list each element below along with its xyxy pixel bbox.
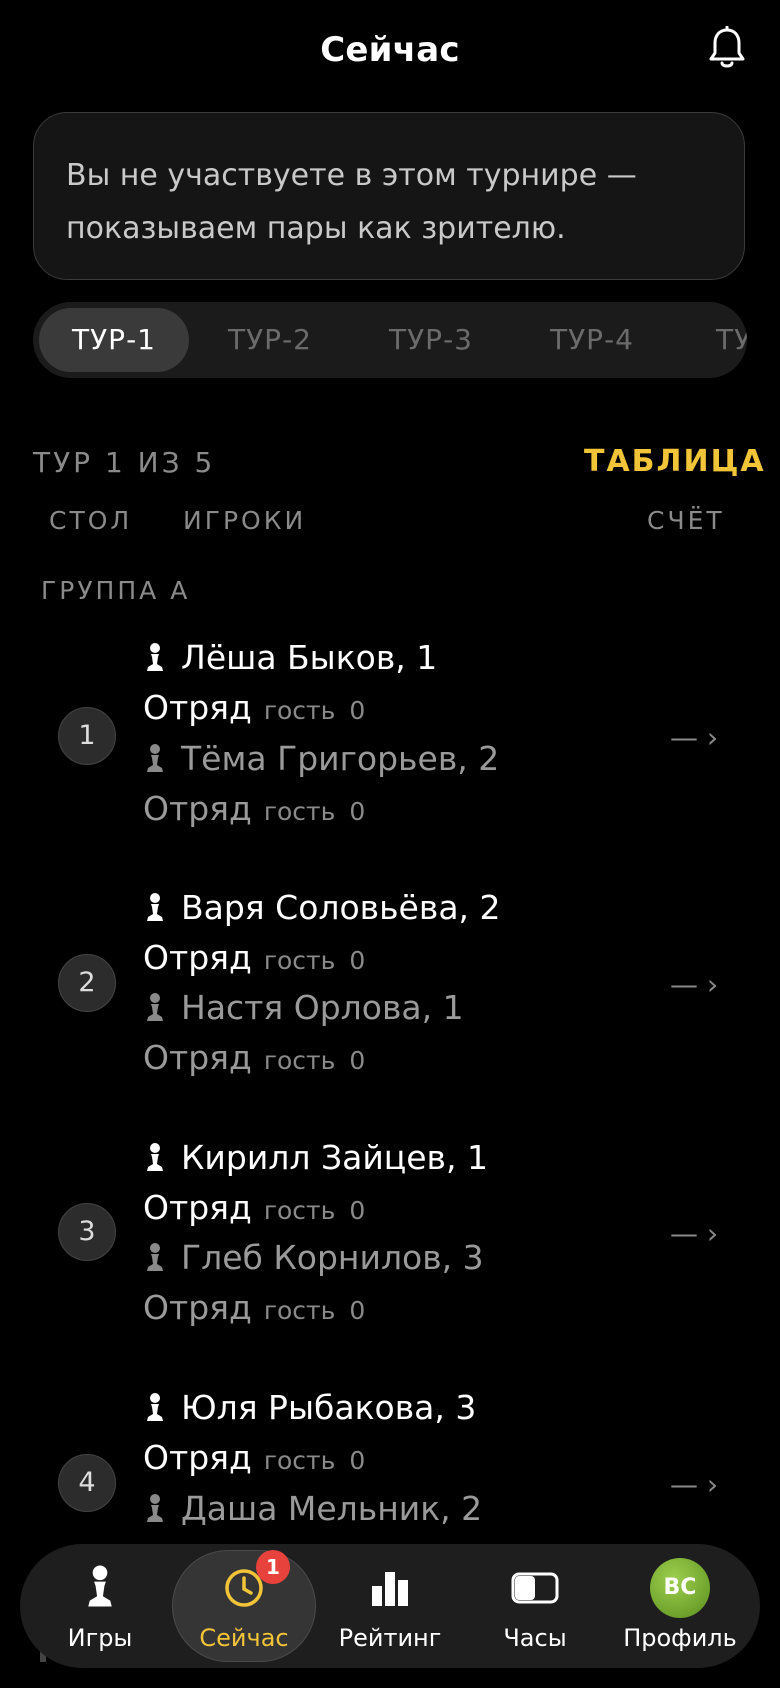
white-pawn-icon [147, 1393, 163, 1421]
pairing-score: — › [670, 1217, 719, 1250]
team-name: Отряд [143, 1288, 252, 1327]
player-name: Тёма Григорьев, 2 [181, 739, 500, 778]
pairing-score: — › [670, 1468, 719, 1501]
black-pawn-icon [147, 1494, 163, 1522]
player-status: гость [263, 696, 336, 725]
pawn-icon [88, 1565, 112, 1607]
nav-profile[interactable]: ВС Профиль [610, 1544, 750, 1668]
team-name: Отряд [143, 789, 252, 828]
notification-badge: 1 [256, 1550, 290, 1584]
black-pawn-icon [147, 1243, 163, 1271]
pairing-score: — › [670, 968, 719, 1001]
player-name: Лёша Быков, 1 [181, 638, 438, 677]
team-name: Отряд [143, 1438, 252, 1477]
tab-round-5[interactable]: ТУР-5 [688, 308, 747, 372]
nav-label: Рейтинг [338, 1624, 442, 1652]
table-number: 2 [58, 954, 116, 1012]
tab-round-2[interactable]: ТУР-2 [205, 308, 335, 372]
player-status: гость [263, 797, 336, 826]
bar-chart-icon [372, 1572, 408, 1606]
column-score: СЧЁТ [647, 506, 725, 535]
column-players: ИГРОКИ [183, 506, 307, 535]
player-points: 0 [349, 1296, 366, 1325]
pairing-row[interactable]: 1 Лёша Быков, 1 Отряд гость 0 Тёма Григорь… [0, 633, 780, 873]
header: Сейчас [0, 0, 780, 104]
player-points: 0 [349, 696, 366, 725]
table-number: 4 [58, 1454, 116, 1512]
column-table: СТОЛ [49, 506, 133, 535]
pairing-row[interactable]: 3 Кирилл Зайцев, 1 Отряд гость 0 Глеб Корн… [0, 1133, 780, 1373]
nav-clock[interactable]: Часы [465, 1544, 605, 1668]
player-status: гость [263, 1446, 336, 1475]
black-pawn-icon [147, 993, 163, 1021]
tab-round-3[interactable]: ТУР-3 [366, 308, 496, 372]
player-name: Глеб Корнилов, 3 [181, 1238, 484, 1277]
nav-label: Часы [503, 1624, 567, 1652]
nav-label: Профиль [623, 1624, 737, 1652]
standings-table-link[interactable]: ТАБЛИЦА [584, 444, 766, 479]
player-name: Юля Рыбакова, 3 [181, 1388, 477, 1427]
player-name: Варя Соловьёва, 2 [181, 888, 501, 927]
team-name: Отряд [143, 1188, 252, 1227]
player-name: Настя Орлова, 1 [181, 988, 464, 1027]
nav-label: Сейчас [199, 1624, 289, 1652]
tab-round-1[interactable]: ТУР-1 [39, 308, 189, 372]
nav-label: Игры [67, 1624, 133, 1652]
round-label: ТУР 1 ИЗ 5 [33, 446, 216, 479]
player-points: 0 [349, 1046, 366, 1075]
white-pawn-icon [147, 643, 163, 671]
white-pawn-icon [147, 1143, 163, 1171]
player-name: Кирилл Зайцев, 1 [181, 1138, 488, 1177]
pairing-score: — › [670, 721, 719, 754]
bell-icon[interactable] [707, 26, 747, 72]
page-title: Сейчас [320, 30, 460, 70]
player-points: 0 [349, 797, 366, 826]
player-points: 0 [349, 1446, 366, 1475]
nav-rating[interactable]: Рейтинг [320, 1544, 460, 1668]
team-name: Отряд [143, 938, 252, 977]
round-tabs: ТУР-1 ТУР-2 ТУР-3 ТУР-4 ТУР-5 [33, 302, 747, 378]
spectator-notice: Вы не участвуете в этом турнире — показы… [33, 112, 745, 280]
player-status: гость [263, 1046, 336, 1075]
bottom-nav: Игры Сейчас 1 Рейтинг Часы ВС Профиль [20, 1544, 760, 1668]
table-number: 1 [58, 707, 116, 765]
white-pawn-icon [147, 893, 163, 921]
black-pawn-icon [147, 744, 163, 772]
player-name: Даша Мельник, 2 [181, 1489, 483, 1528]
pairing-row[interactable]: 2 Варя Соловьёва, 2 Отряд гость 0 Настя Ор… [0, 883, 780, 1123]
nav-now[interactable]: Сейчас [172, 1544, 316, 1668]
player-status: гость [263, 1196, 336, 1225]
table-number: 3 [58, 1203, 116, 1261]
tab-round-4[interactable]: ТУР-4 [527, 308, 657, 372]
team-name: Отряд [143, 688, 252, 727]
player-points: 0 [349, 1196, 366, 1225]
group-label: ГРУППА А [41, 576, 191, 605]
player-status: гость [263, 1296, 336, 1325]
team-name: Отряд [143, 1038, 252, 1077]
chess-clock-icon [511, 1572, 559, 1604]
nav-games[interactable]: Игры [30, 1544, 170, 1668]
player-points: 0 [349, 946, 366, 975]
player-status: гость [263, 946, 336, 975]
avatar: ВС [650, 1558, 710, 1618]
